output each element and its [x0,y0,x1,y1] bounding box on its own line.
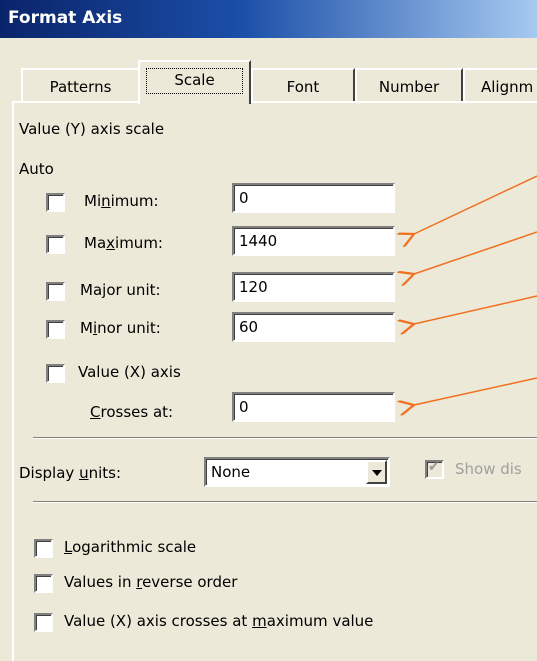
display-units-label: Display units: [19,464,122,482]
reverse-order-checkbox[interactable] [34,574,53,593]
show-display-units-label: Show dis [455,460,522,478]
reverse-order-label: Values in reverse order [64,573,238,591]
crosses-checkbox-label: Value (X) axis [78,363,181,381]
crosses-at-maximum-checkbox[interactable] [34,613,53,632]
major-unit-field[interactable]: 120 [232,272,395,302]
separator [33,501,537,503]
auto-minimum-checkbox[interactable] [46,193,65,212]
display-units-dropdown[interactable]: None [204,457,390,487]
window-title: Format Axis [8,8,123,28]
logarithmic-scale-checkbox[interactable] [34,539,53,558]
maximum-field[interactable]: 1440 [232,226,395,256]
auto-maximum-checkbox[interactable] [46,235,65,254]
title-bar: Format Axis [0,0,537,38]
separator [33,437,537,439]
chevron-down-icon[interactable] [366,460,387,484]
tab-number[interactable]: Number [355,68,463,101]
crosses-at-field[interactable]: 0 [232,392,395,422]
auto-major-unit-checkbox[interactable] [46,282,65,301]
minimum-label: Minimum: [84,192,159,210]
logarithmic-scale-label: Logarithmic scale [64,538,197,556]
show-display-units-checkbox[interactable] [425,459,444,479]
crosses-at-maximum-label: Value (X) axis crosses at maximum value [64,612,374,630]
tab-font[interactable]: Font [251,68,355,101]
tab-patterns[interactable]: Patterns [21,68,140,101]
tab-alignment[interactable]: Alignm [463,68,537,101]
crosses-at-label: Crosses at: [90,403,174,421]
minor-unit-label: Minor unit: [80,319,161,337]
major-unit-label: Major unit: [80,281,161,299]
maximum-label: Maximum: [84,234,163,252]
minor-unit-field[interactable]: 60 [232,312,395,342]
auto-label: Auto [19,160,54,178]
tab-scale[interactable]: Scale [138,60,251,104]
section-label: Value (Y) axis scale [19,120,165,138]
auto-crosses-checkbox[interactable] [46,364,65,383]
minimum-field[interactable]: 0 [232,183,395,213]
auto-minor-unit-checkbox[interactable] [46,320,65,339]
